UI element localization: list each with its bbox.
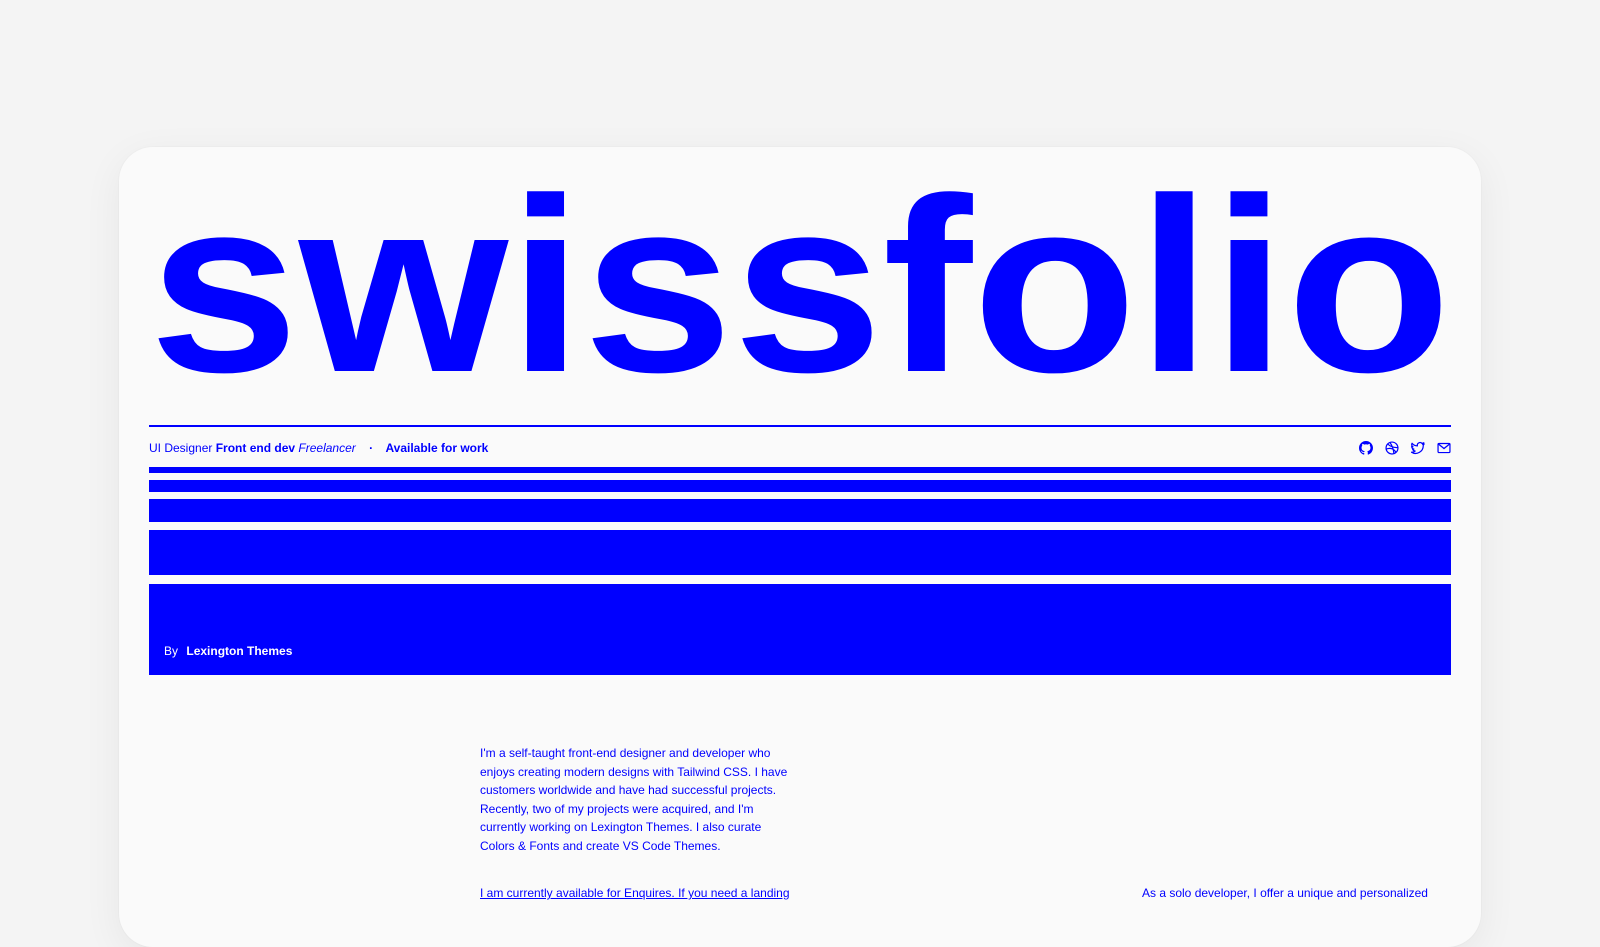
role-freelancer: Freelancer [298,441,356,455]
header-divider [149,425,1451,427]
portfolio-card: swissfolio UI Designer Front end dev Fre… [119,147,1481,947]
role-ui-designer: UI Designer [149,441,213,455]
dribbble-icon[interactable] [1385,441,1399,455]
github-icon[interactable] [1359,441,1373,455]
availability-status: Available for work [385,441,489,455]
hero-stripe-1 [149,467,1451,473]
header-meta: UI Designer Front end dev Freelancer · A… [149,438,1451,458]
meta-separator: · [369,441,374,455]
mail-icon[interactable] [1437,441,1451,455]
social-links [1359,438,1451,458]
wordmark-text: swissfolio [149,165,1451,415]
intro-paragraph: I'm a self-taught front-end designer and… [480,746,788,853]
author-link[interactable]: Lexington Themes [186,644,292,658]
role-front-end-dev: Front end dev [215,441,296,455]
site-wordmark[interactable]: swissfolio [149,165,1451,415]
hero-stripe-5 [149,584,1451,675]
hero-stripe-3 [149,499,1451,522]
byline-prefix: By [164,644,179,658]
twitter-icon[interactable] [1411,441,1425,455]
hero-stripe-2 [149,480,1451,492]
hero-byline: By Lexington Themes [164,644,292,658]
hero-stripe-4 [149,530,1451,575]
